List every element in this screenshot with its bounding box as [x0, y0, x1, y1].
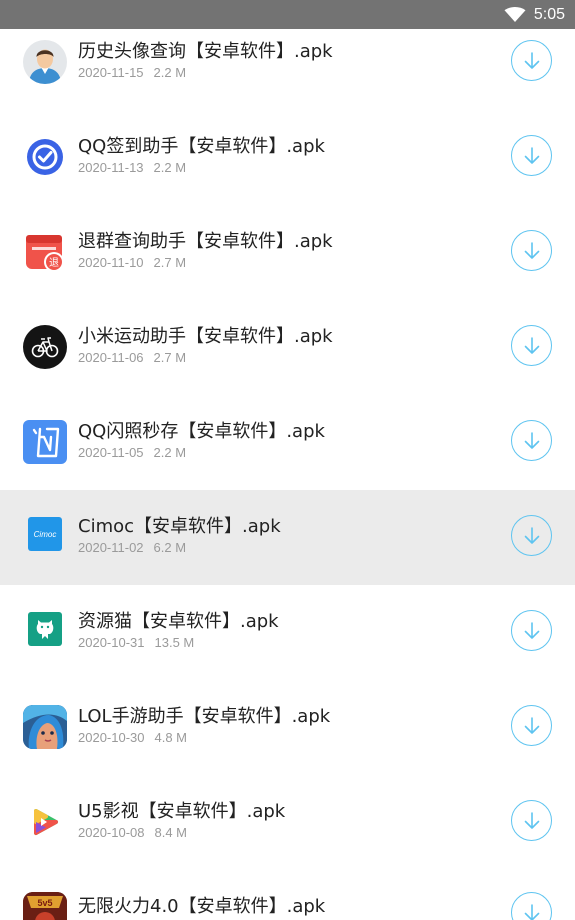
file-title: 小米运动助手【安卓软件】.apk — [78, 326, 333, 347]
download-arrow-icon — [524, 621, 539, 639]
bicycle-icon — [23, 325, 67, 369]
download-arrow-icon — [524, 431, 539, 449]
file-date: 2020-11-15 — [78, 65, 144, 80]
file-size: 13.5 M — [154, 635, 195, 650]
download-button[interactable] — [511, 705, 552, 746]
list-item[interactable]: 5v5 无限火力4.0【安卓软件】.apk — [0, 870, 575, 920]
file-size: 2.2 M — [153, 65, 187, 80]
download-arrow-icon — [524, 336, 539, 354]
download-button[interactable] — [511, 515, 552, 556]
file-title: LOL手游助手【安卓软件】.apk — [78, 706, 331, 727]
file-date: 2020-11-02 — [78, 540, 144, 555]
file-meta: 2020-10-31 13.5 M — [78, 635, 194, 650]
file-title: 无限火力4.0【安卓软件】.apk — [78, 896, 326, 917]
file-size: 2.7 M — [153, 255, 187, 270]
file-size: 2.7 M — [153, 350, 187, 365]
file-date: 2020-11-10 — [78, 255, 144, 270]
lol-game-icon — [23, 705, 67, 749]
file-size: 6.2 M — [153, 540, 187, 555]
file-size: 2.2 M — [153, 445, 187, 460]
list-item[interactable]: 小米运动助手【安卓软件】.apk 2020-11-06 2.7 M — [0, 300, 575, 395]
file-meta: 2020-11-10 2.7 M — [78, 255, 186, 270]
resource-cat-icon — [28, 612, 62, 646]
flash-photo-icon — [23, 420, 67, 464]
quit-group-icon: 退 — [23, 230, 67, 274]
download-button[interactable] — [511, 800, 552, 841]
cimoc-icon: Cimoc — [28, 517, 62, 551]
file-title: 历史头像查询【安卓软件】.apk — [78, 41, 333, 62]
file-title: QQ签到助手【安卓软件】.apk — [78, 136, 325, 157]
u5-video-icon — [23, 800, 67, 844]
download-button[interactable] — [511, 892, 552, 920]
download-arrow-icon — [524, 716, 539, 734]
download-arrow-icon — [524, 903, 539, 920]
file-title: 资源猫【安卓软件】.apk — [78, 611, 279, 632]
file-date: 2020-11-05 — [78, 445, 144, 460]
file-date: 2020-11-13 — [78, 160, 144, 175]
download-arrow-icon — [524, 146, 539, 164]
download-button[interactable] — [511, 230, 552, 271]
file-title: Cimoc【安卓软件】.apk — [78, 516, 281, 537]
qq-sign-in-icon — [23, 135, 67, 179]
svg-text:5v5: 5v5 — [37, 898, 52, 908]
file-title: U5影视【安卓软件】.apk — [78, 801, 286, 822]
list-item[interactable]: Cimoc Cimoc【安卓软件】.apk 2020-11-02 6.2 M — [0, 490, 575, 585]
file-size: 4.8 M — [154, 730, 188, 745]
list-item[interactable]: 历史头像查询【安卓软件】.apk 2020-11-15 2.2 M — [0, 15, 575, 110]
file-size: 2.2 M — [153, 160, 187, 175]
file-date: 2020-10-08 — [78, 825, 145, 840]
urf-game-icon: 5v5 — [23, 892, 67, 920]
status-time: 5:05 — [533, 5, 565, 23]
download-button[interactable] — [511, 135, 552, 176]
file-title: QQ闪照秒存【安卓软件】.apk — [78, 421, 325, 442]
file-date: 2020-11-06 — [78, 350, 144, 365]
list-item[interactable]: QQ签到助手【安卓软件】.apk 2020-11-13 2.2 M — [0, 110, 575, 205]
file-meta: 2020-11-15 2.2 M — [78, 65, 186, 80]
svg-text:退: 退 — [49, 257, 59, 269]
list-item[interactable]: LOL手游助手【安卓软件】.apk 2020-10-30 4.8 M — [0, 680, 575, 775]
status-bar: 5:05 — [0, 0, 575, 29]
list-item[interactable]: 资源猫【安卓软件】.apk 2020-10-31 13.5 M — [0, 585, 575, 680]
download-button[interactable] — [511, 420, 552, 461]
list-item[interactable]: U5影视【安卓软件】.apk 2020-10-08 8.4 M — [0, 775, 575, 870]
download-arrow-icon — [524, 811, 539, 829]
file-meta: 2020-11-05 2.2 M — [78, 445, 186, 460]
file-meta: 2020-10-08 8.4 M — [78, 825, 187, 840]
download-button[interactable] — [511, 40, 552, 81]
download-button[interactable] — [511, 325, 552, 366]
file-meta: 2020-11-13 2.2 M — [78, 160, 186, 175]
file-date: 2020-10-30 — [78, 730, 145, 745]
list-item[interactable]: QQ闪照秒存【安卓软件】.apk 2020-11-05 2.2 M — [0, 395, 575, 490]
download-arrow-icon — [524, 51, 539, 69]
file-meta: 2020-11-02 6.2 M — [78, 540, 186, 555]
file-date: 2020-10-31 — [78, 635, 145, 650]
file-meta: 2020-11-06 2.7 M — [78, 350, 186, 365]
wifi-icon — [504, 6, 526, 22]
download-arrow-icon — [524, 526, 539, 544]
file-title: 退群查询助手【安卓软件】.apk — [78, 231, 333, 252]
download-arrow-icon — [524, 241, 539, 259]
list-item[interactable]: 退 退群查询助手【安卓软件】.apk 2020-11-10 2.7 M — [0, 205, 575, 300]
file-size: 8.4 M — [154, 825, 188, 840]
avatar-history-icon — [23, 40, 67, 84]
file-meta: 2020-10-30 4.8 M — [78, 730, 187, 745]
download-button[interactable] — [511, 610, 552, 651]
